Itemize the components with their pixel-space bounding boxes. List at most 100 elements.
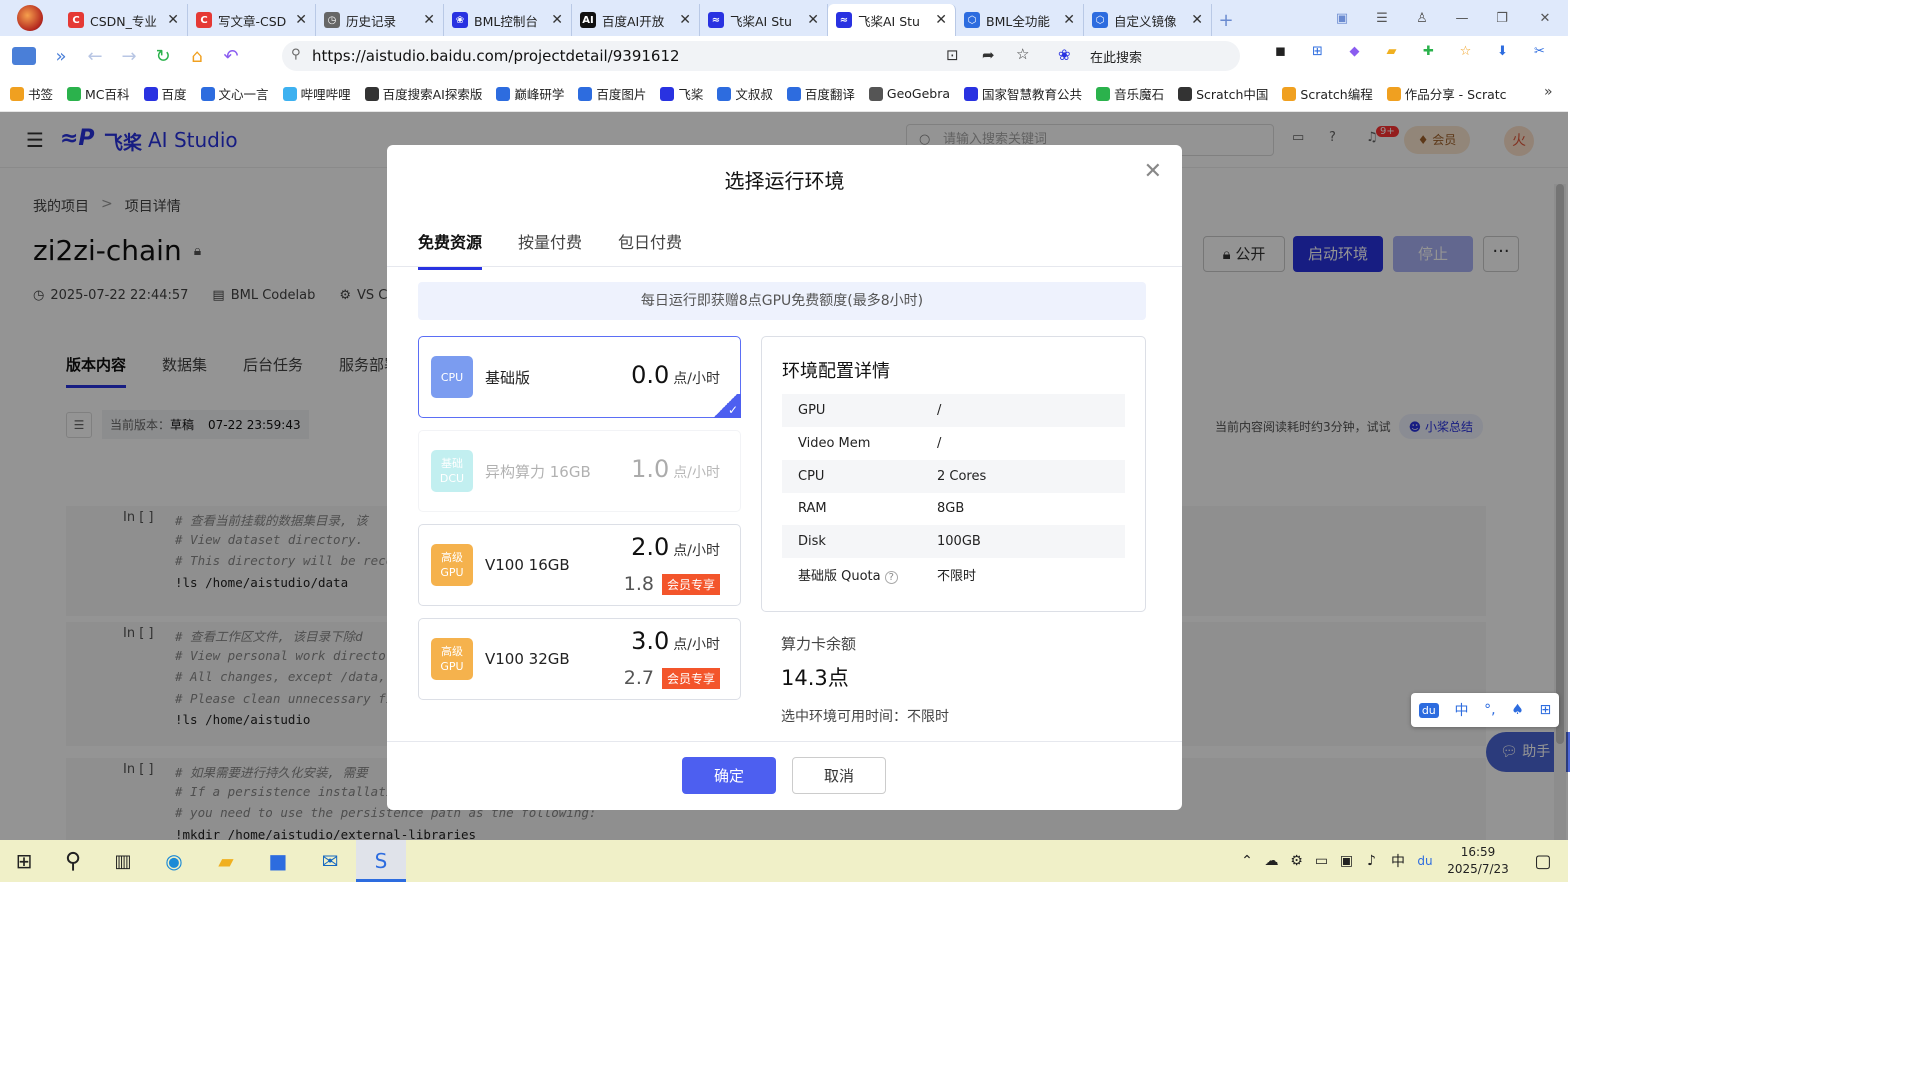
modal-tab[interactable]: 包日付费 [618, 229, 682, 270]
cancel-button[interactable]: 取消 [792, 757, 886, 794]
browser-tab[interactable]: C 写文章-CSD ✕ [188, 4, 316, 36]
battery-icon[interactable]: ▭ [1309, 853, 1334, 869]
tab-close-icon[interactable]: ✕ [167, 12, 179, 28]
tab-close-icon[interactable]: ✕ [807, 12, 819, 28]
env-card[interactable]: 高级 GPU V100 32GB 3.0 点/小时 2.7 会员专享 [418, 618, 741, 700]
store-icon[interactable]: ■ [252, 849, 304, 873]
confirm-button[interactable]: 确定 [682, 757, 776, 794]
ime-punct[interactable]: °, [1484, 702, 1495, 718]
ime-skin-icon[interactable]: ♠ [1511, 702, 1524, 718]
ext-icon-3[interactable]: ◆ [1336, 44, 1373, 59]
tab-close-icon[interactable]: ✕ [935, 12, 947, 28]
back-icon[interactable]: ← [78, 46, 112, 67]
bookmark-item[interactable]: 百度翻译 [786, 84, 855, 103]
browser-tab[interactable]: ≈ 飞桨AI Stu ✕ [700, 4, 828, 36]
ime-grid-icon[interactable]: ⊞ [1539, 702, 1551, 718]
browser-search-placeholder[interactable]: 在此搜索 [1090, 47, 1142, 66]
onedrive-icon[interactable]: ☁ [1259, 853, 1284, 869]
bookmark-item[interactable]: 哔哩哔哩 [282, 84, 351, 103]
bookmark-item[interactable]: 音乐魔石 [1096, 84, 1164, 103]
bookmark-item[interactable]: 巅峰研学 [496, 84, 564, 103]
outlook-icon[interactable]: ✉ [304, 849, 356, 873]
bookmark-item[interactable]: 国家智慧教育公共 [964, 84, 1082, 103]
tab-badge-icon[interactable]: ▣ [1322, 11, 1362, 26]
tab-close-icon[interactable]: ✕ [551, 12, 563, 28]
ext-icon-1[interactable]: ◼ [1262, 44, 1299, 59]
network-icon[interactable]: ▣ [1334, 853, 1359, 869]
translate-icon[interactable]: ⊞ [1299, 44, 1336, 59]
browser-tab[interactable]: AI 百度AI开放 ✕ [572, 4, 700, 36]
download-icon[interactable]: ⬇ [1484, 44, 1521, 59]
skin-icon[interactable]: ♙ [1402, 11, 1442, 26]
bookmark-item[interactable]: 文心一言 [200, 84, 269, 103]
task-view-icon[interactable]: ▥ [98, 851, 148, 872]
tab-close-icon[interactable]: ✕ [295, 12, 307, 28]
tray-du-icon[interactable]: du [1412, 854, 1438, 868]
tray-icon-2[interactable]: ⚙ [1284, 853, 1309, 869]
modal-tab[interactable]: 免费资源 [418, 229, 483, 270]
info-icon[interactable]: ? [884, 571, 898, 584]
new-tab-button[interactable]: + [1212, 4, 1240, 36]
explorer-icon[interactable]: ▰ [200, 849, 252, 873]
env-card[interactable]: 基础 DCU 异构算力 16GB 1.0 点/小时 [418, 430, 741, 512]
reload-icon[interactable]: ↻ [146, 46, 180, 67]
bookmark-item[interactable]: Scratch编程 [1282, 84, 1373, 103]
notification-icon[interactable]: ▢ [1518, 851, 1568, 872]
folder-icon[interactable]: ▰ [1373, 44, 1410, 59]
clock[interactable]: 16:59 2025/7/23 [1438, 844, 1518, 878]
url-field[interactable]: ⚲ https://aistudio.baidu.com/projectdeta… [282, 41, 1240, 71]
bookmark-item[interactable]: 百度搜索AI探索版 [364, 84, 482, 103]
search-engine-icon[interactable]: ❀ [1058, 46, 1071, 64]
env-card[interactable]: CPU 基础版 0.0 点/小时 ✓ [418, 336, 741, 418]
share-icon[interactable]: ➦ [982, 46, 995, 64]
bookmark-item[interactable]: 百度 [143, 84, 187, 103]
minimize-icon[interactable]: — [1442, 11, 1482, 26]
home-icon[interactable]: ⌂ [180, 46, 214, 67]
tray-chevron-icon[interactable]: ⌃ [1235, 853, 1259, 869]
ime-toolbar[interactable]: du 中 °, ♠ ⊞ [1411, 693, 1559, 727]
bookmark-item[interactable]: 飞桨 [660, 84, 703, 103]
puzzle-icon[interactable]: ✚ [1410, 44, 1447, 59]
restore-icon[interactable]: ❐ [1482, 11, 1522, 26]
ime-du-icon[interactable]: du [1418, 702, 1439, 718]
browser-tab[interactable]: ❀ BML控制台 ✕ [444, 4, 572, 36]
browser-taskbar-icon[interactable]: S [356, 840, 406, 882]
bookmark-item[interactable]: 百度图片 [578, 84, 646, 103]
bookmark-item[interactable]: 文叔叔 [717, 84, 773, 103]
bookmark-item[interactable]: 作品分享 - Scratc [1386, 84, 1507, 103]
forward-icon[interactable]: → [112, 46, 146, 67]
undo-icon[interactable]: ↶ [214, 46, 248, 67]
browser-tab[interactable]: ⬡ BML全功能 ✕ [956, 4, 1084, 36]
browser-tab[interactable]: C CSDN_专业 ✕ [60, 4, 188, 36]
ime-mode-cn[interactable]: 中 [1454, 700, 1468, 720]
tab-close-icon[interactable]: ✕ [679, 12, 691, 28]
bookmark-item[interactable]: MC百科 [67, 84, 130, 103]
browser-avatar[interactable] [0, 0, 60, 36]
taskbar-search-icon[interactable]: ⚲ [48, 849, 98, 874]
browser-tab[interactable]: ≈ 飞桨AI Stu ✕ [828, 4, 956, 36]
reader-icon[interactable]: ⊡ [946, 46, 959, 64]
bookmarks-more-icon[interactable]: » [1544, 84, 1553, 100]
modal-tab[interactable]: 按量付费 [518, 229, 582, 270]
volume-icon[interactable]: ♪ [1359, 853, 1384, 869]
tab-close-icon[interactable]: ✕ [423, 12, 435, 28]
close-window-icon[interactable]: ✕ [1522, 11, 1568, 26]
edge-icon[interactable]: ◉ [148, 849, 200, 873]
sidebar-toggle-icon[interactable] [4, 45, 44, 67]
browser-tab[interactable]: ◷ 历史记录 ✕ [316, 4, 444, 36]
menu-icon[interactable]: ☰ [1362, 11, 1402, 26]
close-icon[interactable]: ✕ [1144, 159, 1162, 184]
favorites-icon[interactable]: ☆ [1447, 44, 1484, 59]
tray-ime[interactable]: 中 [1384, 851, 1412, 871]
expand-icon[interactable]: » [44, 46, 78, 67]
start-icon[interactable]: ⊞ [0, 849, 48, 873]
tab-close-icon[interactable]: ✕ [1191, 12, 1203, 28]
tab-close-icon[interactable]: ✕ [1063, 12, 1075, 28]
env-card[interactable]: 高级 GPU V100 16GB 2.0 点/小时 1.8 会员专享 [418, 524, 741, 606]
bookmark-item[interactable]: 书签 [10, 84, 53, 103]
bookmark-item[interactable]: Scratch中国 [1178, 84, 1268, 103]
tools-icon[interactable]: ✂ [1521, 44, 1558, 59]
browser-tab[interactable]: ⬡ 自定义镜像 ✕ [1084, 4, 1212, 36]
bookmark-star-icon[interactable]: ☆ [1016, 45, 1029, 63]
bookmark-item[interactable]: GeoGebra [868, 86, 950, 101]
